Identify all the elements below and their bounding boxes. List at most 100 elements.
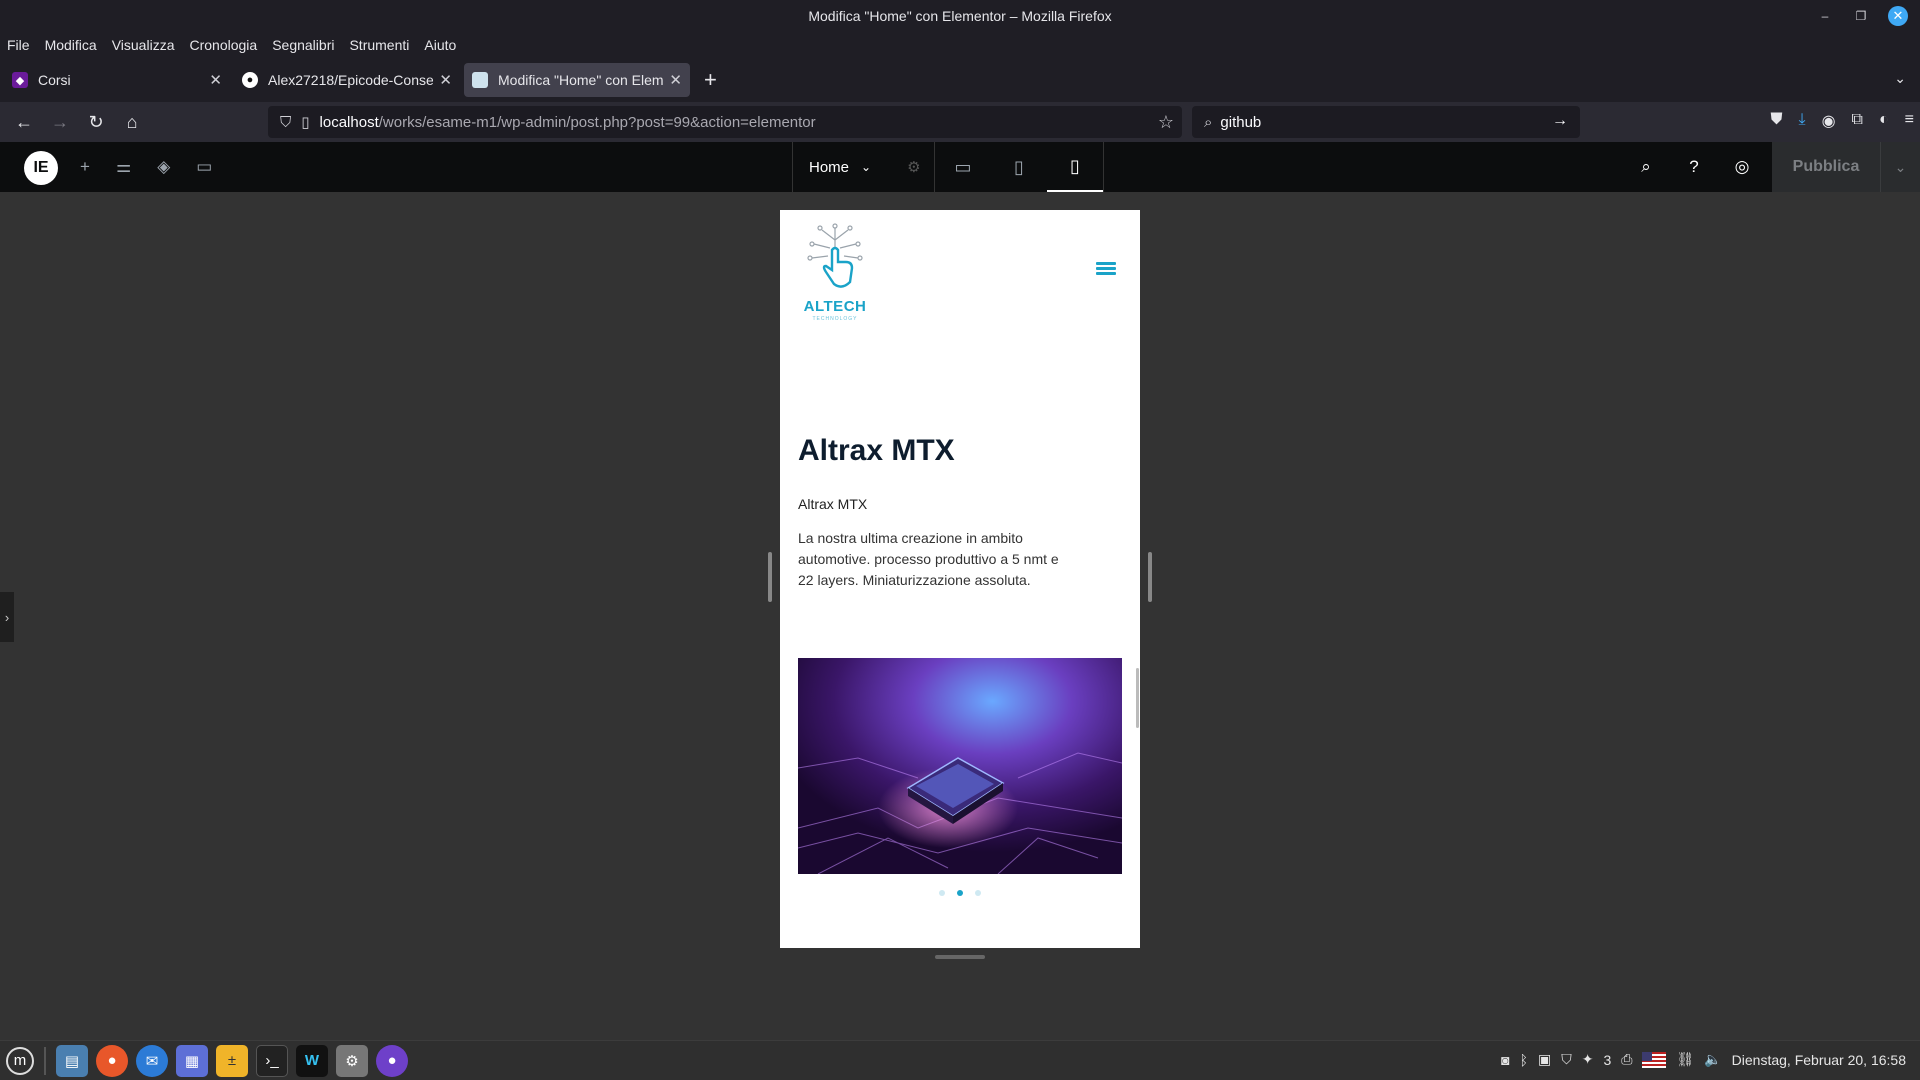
carousel-dot[interactable]: [939, 890, 945, 896]
menu-segnalibri[interactable]: Segnalibri: [272, 37, 334, 53]
github-desktop-icon[interactable]: ●: [376, 1044, 408, 1077]
help-icon[interactable]: ?: [1670, 157, 1718, 177]
tab-close-icon[interactable]: ✕: [669, 71, 682, 89]
page-icon: ▯: [301, 114, 310, 131]
screenshot-icon[interactable]: ▦: [176, 1044, 208, 1077]
elementor-right-controls: ⌕ ? ◎ Pubblica ⌄: [1622, 142, 1920, 192]
shield-tray-icon[interactable]: ⛉: [1561, 1051, 1572, 1068]
url-bar[interactable]: ⛉ ▯ localhost/works/esame-m1/wp-admin/po…: [268, 106, 1182, 138]
tab-label: Corsi: [38, 72, 71, 88]
clipboard-icon[interactable]: ▣: [1538, 1051, 1551, 1068]
elementor-center-controls: Home ⌄ ⚙ ▭ ▯ ▯: [792, 142, 1104, 192]
tab-corsi[interactable]: ◆ Corsi ✕: [4, 63, 230, 97]
panel-toggle-icon[interactable]: ›: [0, 592, 14, 642]
window-controls: – ❐ ✕: [1816, 6, 1908, 26]
tablet-device-icon[interactable]: ▯: [991, 142, 1047, 192]
page-selector-label: Home: [809, 158, 850, 176]
finder-search-icon[interactable]: ⌕: [1622, 157, 1670, 177]
tab-label: Modifica "Home" con Eleme: [498, 72, 664, 88]
menu-strumenti[interactable]: Strumenti: [349, 37, 409, 53]
thunderbird-icon[interactable]: ✉: [136, 1044, 168, 1077]
tab-bar: ◆ Corsi ✕ ● Alex27218/Epicode-Conseg ✕ M…: [0, 58, 1920, 102]
settings-icon[interactable]: ⚙: [336, 1044, 368, 1077]
search-input[interactable]: github: [1220, 114, 1261, 131]
search-bar[interactable]: ⌕ github →: [1192, 106, 1580, 138]
extensions-icon[interactable]: ⧉: [1852, 111, 1863, 131]
product-heading: Altrax MTX: [798, 434, 955, 467]
menu-aiuto[interactable]: Aiuto: [424, 37, 456, 53]
tab-github[interactable]: ● Alex27218/Epicode-Conseg ✕: [234, 63, 460, 97]
toolbar-right: ⛊ ⤓ ◉ ⧉ ◐ ≡: [1770, 111, 1914, 131]
page-settings-icon[interactable]: ⚙: [907, 158, 920, 176]
search-go-icon[interactable]: →: [1552, 112, 1568, 130]
updates-icon[interactable]: ✦: [1582, 1051, 1594, 1068]
webstorm-icon[interactable]: W: [296, 1044, 328, 1077]
firefox-icon[interactable]: ●: [96, 1044, 128, 1077]
elementor-tools: + ⚌ ◈ ▭: [80, 157, 212, 177]
shield-icon[interactable]: ⛉: [280, 114, 291, 131]
desktop-device-icon[interactable]: ▭: [935, 142, 991, 192]
restore-icon[interactable]: ❐: [1852, 7, 1870, 25]
add-element-icon[interactable]: +: [80, 157, 90, 177]
taskbar-separator: [44, 1046, 46, 1075]
corsi-favicon-icon: ◆: [12, 72, 28, 88]
list-tabs-icon[interactable]: ⌄: [1894, 70, 1906, 87]
tab-close-icon[interactable]: ✕: [209, 71, 222, 89]
tab-close-icon[interactable]: ✕: [439, 71, 452, 89]
bluetooth-icon[interactable]: ᛒ: [1520, 1052, 1528, 1068]
resize-handle-bottom[interactable]: [935, 955, 985, 959]
terminal-icon[interactable]: ›_: [256, 1044, 288, 1077]
url-path: /works/esame-m1/wp-admin/post.php?post=9…: [378, 113, 816, 131]
home-icon[interactable]: ⌂: [114, 112, 150, 133]
tray-count: 3: [1603, 1051, 1612, 1068]
volume-icon[interactable]: 🔈: [1704, 1051, 1721, 1068]
clock[interactable]: Dienstag, Februar 20, 16:58: [1732, 1052, 1906, 1068]
bookmark-star-icon[interactable]: ☆: [1158, 112, 1174, 133]
menu-visualizza[interactable]: Visualizza: [112, 37, 175, 53]
menu-modifica[interactable]: Modifica: [45, 37, 97, 53]
menu-cronologia[interactable]: Cronologia: [189, 37, 257, 53]
calculator-icon[interactable]: ±: [216, 1044, 248, 1077]
page-selector[interactable]: Home ⌄ ⚙: [793, 142, 935, 192]
keyboard-layout-flag-icon[interactable]: [1642, 1051, 1667, 1068]
mint-menu-icon[interactable]: m: [6, 1046, 34, 1075]
carousel-pagination: [780, 890, 1140, 896]
network-icon[interactable]: ⛓: [1676, 1051, 1694, 1068]
carousel-dot[interactable]: [975, 890, 981, 896]
mobile-preview[interactable]: ALTECH TECHNOLOGY Altrax MTX Altrax MTX …: [780, 210, 1140, 948]
preview-eye-icon[interactable]: ◎: [1718, 157, 1766, 177]
hamburger-menu-icon[interactable]: [1096, 262, 1116, 276]
discord-icon[interactable]: ◙: [1501, 1052, 1509, 1068]
site-settings-icon[interactable]: ⚌: [116, 157, 131, 177]
tab-elementor[interactable]: Modifica "Home" con Eleme ✕: [464, 63, 690, 97]
resize-handle-left[interactable]: [768, 552, 772, 602]
preview-scrollbar[interactable]: [1136, 668, 1139, 728]
system-tray: ◙ ᛒ ▣ ⛉ ✦ 3 ⎙ ⛓ 🔈 Dienstag, Februar 20, …: [1501, 1051, 1906, 1068]
addon-icon[interactable]: ◐: [1879, 111, 1889, 131]
reload-icon[interactable]: ↻: [78, 112, 114, 133]
carousel-dot-active[interactable]: [957, 890, 963, 896]
publish-button[interactable]: Pubblica: [1772, 142, 1880, 192]
resize-handle-right[interactable]: [1148, 552, 1152, 602]
chip-hero-image: [798, 658, 1122, 874]
forward-icon[interactable]: →: [42, 112, 78, 133]
menu-file[interactable]: File: [7, 37, 30, 53]
page-favicon-icon: [472, 72, 488, 88]
downloads-icon[interactable]: ⤓: [1799, 111, 1806, 131]
elementor-topbar: IE + ⚌ ◈ ▭ Home ⌄ ⚙ ▭ ▯ ▯ ⌕ ? ◎ Pubblica…: [0, 142, 1920, 192]
mobile-device-icon[interactable]: ▯: [1047, 142, 1103, 192]
account-icon[interactable]: ◉: [1822, 111, 1836, 131]
files-icon[interactable]: ▤: [56, 1044, 88, 1077]
structure-icon[interactable]: ◈: [157, 157, 170, 177]
elementor-logo-icon[interactable]: IE: [24, 151, 58, 185]
search-icon: ⌕: [1204, 113, 1213, 131]
printer-icon[interactable]: ⎙: [1621, 1051, 1632, 1068]
pocket-icon[interactable]: ⛊: [1770, 111, 1782, 131]
publish-options-chevron-icon[interactable]: ⌄: [1880, 142, 1920, 192]
app-menu-icon[interactable]: ≡: [1905, 111, 1914, 131]
new-tab-icon[interactable]: +: [704, 67, 717, 93]
close-window-icon[interactable]: ✕: [1888, 6, 1908, 26]
minimize-icon[interactable]: –: [1816, 7, 1834, 25]
back-icon[interactable]: ←: [6, 112, 42, 133]
comments-icon[interactable]: ▭: [196, 157, 212, 177]
